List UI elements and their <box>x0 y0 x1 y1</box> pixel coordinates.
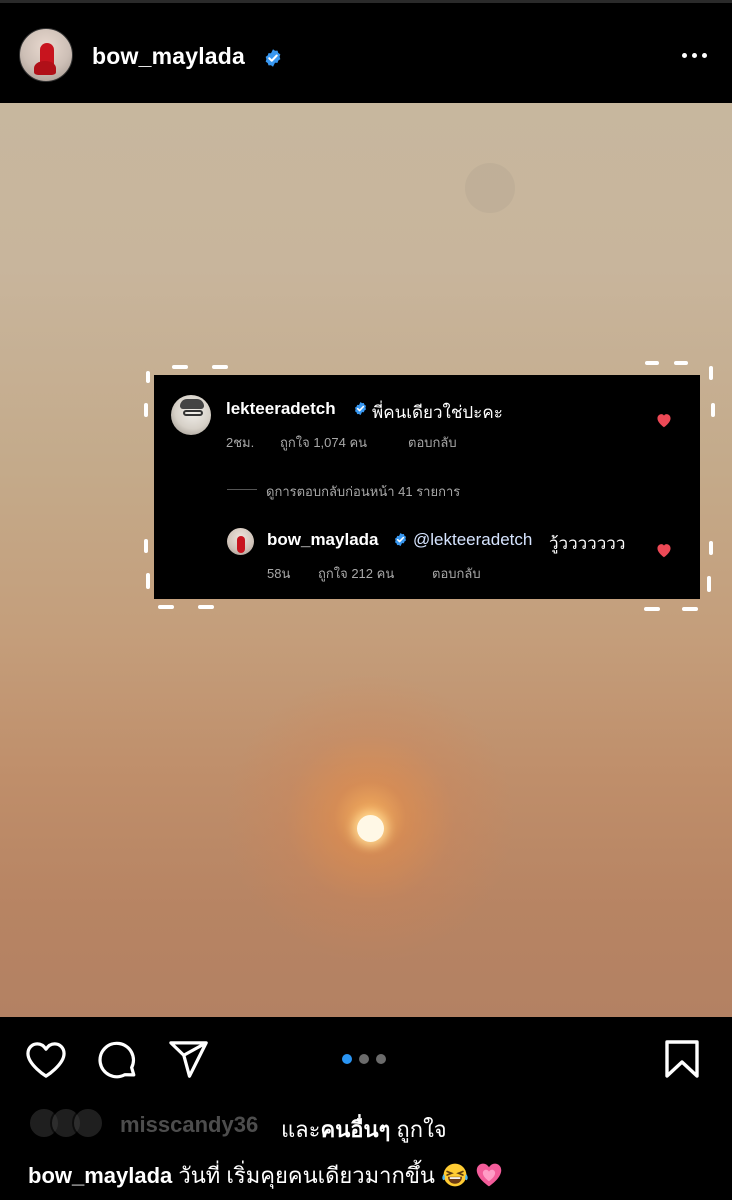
view-previous-replies: ดูการตอบกลับก่อนหน้า 41 รายการ <box>266 484 461 499</box>
more-dot-icon <box>681 52 687 58</box>
frame-dash <box>645 361 659 365</box>
likes-prefix: และ <box>281 1117 321 1142</box>
frame-dash <box>144 403 148 417</box>
frame-dash <box>711 403 715 417</box>
liker-avatar <box>72 1107 104 1139</box>
verified-badge-icon <box>265 49 281 67</box>
reply-likes: ถูกใจ 212 คน <box>318 566 395 581</box>
thread-line <box>227 489 257 490</box>
caption-username[interactable]: bow_maylada <box>28 1163 172 1188</box>
avatar-figure <box>237 536 245 553</box>
more-dot-icon <box>691 52 697 58</box>
post-caption: bow_maylada วันที่ เริ่มคุยคนเดียวมากขึ้… <box>28 1158 503 1193</box>
heart-icon <box>657 544 671 558</box>
haze-spot <box>465 163 515 213</box>
post-actions: misscandy36 และคนอื่นๆ ถูกใจ bow_maylada… <box>0 1017 732 1200</box>
likes-summary[interactable]: และคนอื่นๆ ถูกใจ <box>281 1112 447 1147</box>
share-send-icon[interactable] <box>168 1040 210 1080</box>
frame-dash <box>172 365 188 369</box>
avatar[interactable] <box>19 28 73 82</box>
frame-dash <box>682 607 698 611</box>
comment-time: 2ชม. <box>226 435 255 450</box>
comment-bubble-icon[interactable] <box>97 1040 139 1082</box>
carousel-dot <box>376 1054 386 1064</box>
sun <box>357 815 384 842</box>
bookmark-icon[interactable] <box>664 1039 700 1079</box>
caption-text: วันที่ เริ่มคุยคนเดียวมากขึ้น <box>172 1163 435 1188</box>
frame-dash <box>709 541 713 555</box>
likes-others: คนอื่นๆ <box>320 1117 391 1142</box>
frame-dash <box>198 605 214 609</box>
frame-dash <box>146 371 150 383</box>
likes-first-user[interactable]: misscandy36 <box>120 1112 258 1138</box>
frame-dash <box>144 539 148 553</box>
frame-dash <box>674 361 688 365</box>
frame-dash <box>709 366 713 380</box>
verified-badge-icon <box>355 401 366 416</box>
more-options-button[interactable] <box>672 43 716 67</box>
reply-reply-label: ตอบกลับ <box>432 566 481 581</box>
carousel-indicator <box>342 1054 386 1064</box>
growing-heart-emoji-icon <box>476 1163 502 1187</box>
frame-dash <box>644 607 660 611</box>
replier-avatar <box>227 528 254 555</box>
comment-reply-label: ตอบกลับ <box>408 435 457 450</box>
heart-icon <box>657 414 671 428</box>
more-dot-icon <box>701 52 707 58</box>
commenter-avatar <box>171 395 211 435</box>
post-header: bow_maylada <box>0 3 732 103</box>
reply-text: วู้ววววววว <box>549 534 626 553</box>
carousel-dot-active <box>342 1054 352 1064</box>
comment-screenshot: lekteeradetch พี่คนเดียวใช่ปะคะ 2ชม. ถูก… <box>154 375 700 599</box>
frame-dash <box>158 605 174 609</box>
likes-suffix: ถูกใจ <box>390 1117 447 1142</box>
comment-likes: ถูกใจ 1,074 คน <box>280 435 368 450</box>
frame-dash <box>212 365 228 369</box>
reply-mention: @lekteeradetch <box>413 530 533 549</box>
comment-text: พี่คนเดียวใช่ปะคะ <box>372 403 503 422</box>
avatar-hair <box>180 399 204 409</box>
avatar-dress <box>34 61 56 75</box>
reply-username: bow_maylada <box>267 530 379 549</box>
laughing-crying-emoji-icon <box>442 1163 468 1187</box>
like-heart-icon[interactable] <box>25 1041 67 1079</box>
frame-dash <box>707 576 711 592</box>
frame-dash <box>146 573 150 589</box>
liker-avatars <box>28 1107 108 1141</box>
post-username[interactable]: bow_maylada <box>92 43 245 70</box>
commenter-username: lekteeradetch <box>226 399 336 418</box>
avatar-glasses <box>183 410 203 416</box>
carousel-dot <box>359 1054 369 1064</box>
verified-badge-icon <box>395 532 406 547</box>
reply-time: 58น <box>267 566 291 581</box>
